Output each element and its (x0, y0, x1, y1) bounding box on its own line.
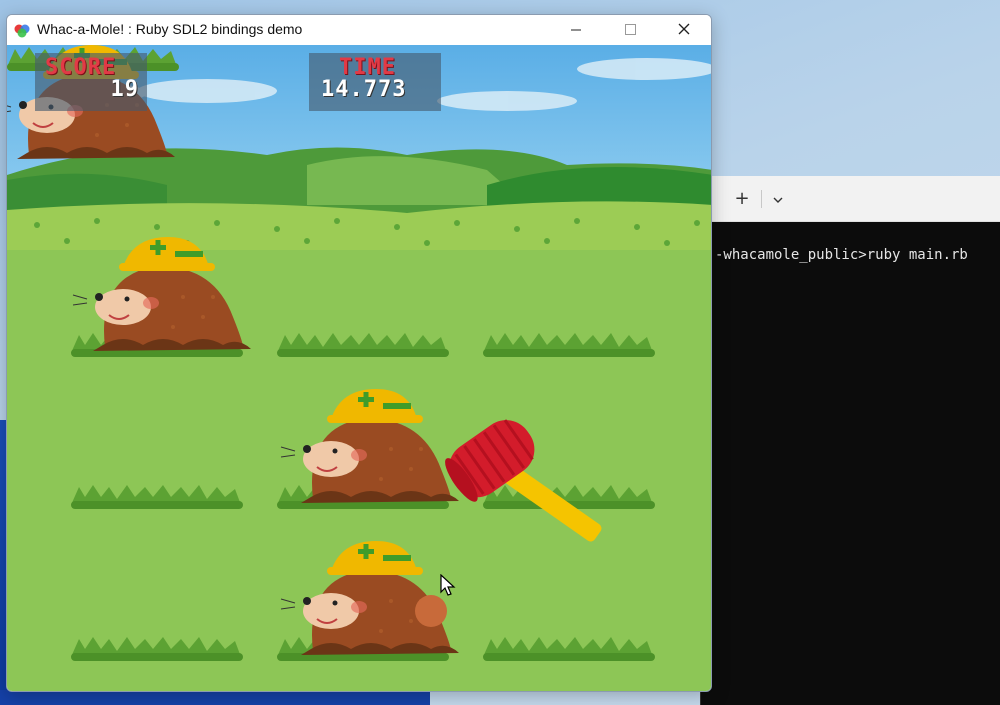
score-panel: SCORE 19 (35, 53, 147, 111)
game-window[interactable]: Whac-a-Mole! : Ruby SDL2 bindings demo S… (6, 14, 712, 692)
mole-tail (415, 595, 447, 627)
new-tab-button[interactable]: + (731, 188, 753, 210)
minimize-button[interactable] (553, 15, 599, 45)
minimize-icon (571, 29, 581, 31)
close-icon (678, 23, 690, 35)
score-label: SCORE (45, 55, 117, 80)
time-value: 14.773 (321, 77, 407, 102)
game-canvas[interactable]: SCORE 19 TIME 14.773 (7, 45, 711, 691)
taskbar-edge (0, 690, 430, 705)
terminal-prompt-line: -whacamole_public>ruby main.rb (715, 247, 968, 263)
maximize-icon (625, 24, 636, 35)
chevron-down-icon (773, 197, 783, 203)
window-titlebar[interactable]: Whac-a-Mole! : Ruby SDL2 bindings demo (7, 15, 711, 45)
game-scene (7, 45, 711, 691)
tab-separator (761, 190, 762, 208)
tab-dropdown-button[interactable] (767, 188, 789, 210)
meadow-band (7, 201, 711, 255)
window-title: Whac-a-Mole! : Ruby SDL2 bindings demo (37, 21, 303, 37)
maximize-button[interactable] (607, 15, 653, 45)
terminal-window[interactable]: + -whacamole_public>ruby main.rb (700, 176, 1000, 705)
close-button[interactable] (661, 15, 707, 45)
score-value: 19 (110, 77, 139, 102)
sdl-app-icon (14, 24, 30, 38)
arrow-cursor-icon (440, 574, 456, 596)
terminal-tab-bar: + (701, 176, 1000, 222)
time-panel: TIME 14.773 (309, 53, 441, 111)
